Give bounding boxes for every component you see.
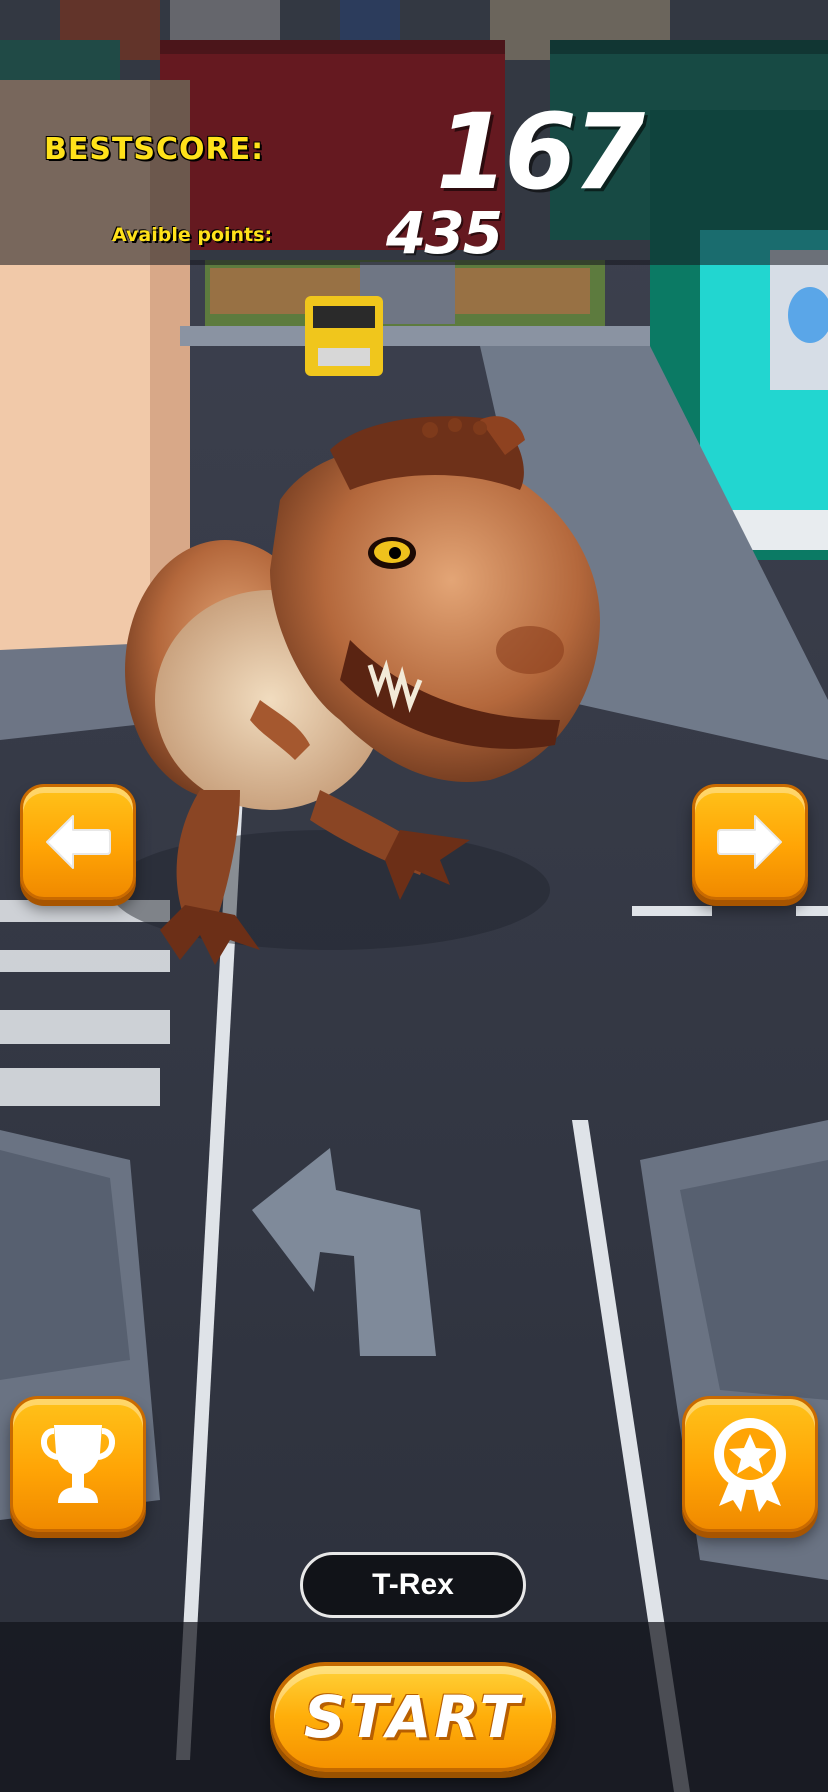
award-ribbon-icon	[714, 1418, 786, 1512]
previous-character-button[interactable]	[20, 784, 136, 900]
character-name-label: T-Rex	[300, 1552, 526, 1618]
best-score-label: BESTSCORE:	[44, 132, 265, 167]
best-score-value: 167	[436, 91, 645, 213]
start-button-label: START	[303, 1683, 523, 1751]
start-button[interactable]: START	[270, 1662, 556, 1772]
trophy-icon	[41, 1425, 115, 1503]
available-points-label: Avaible points:	[112, 224, 273, 246]
available-points-value: 435	[386, 199, 503, 267]
arrow-right-icon	[717, 815, 782, 869]
arrow-left-icon	[46, 815, 111, 869]
leaderboard-button[interactable]	[10, 1396, 146, 1532]
next-character-button[interactable]	[692, 784, 808, 900]
achievements-button[interactable]	[682, 1396, 818, 1532]
